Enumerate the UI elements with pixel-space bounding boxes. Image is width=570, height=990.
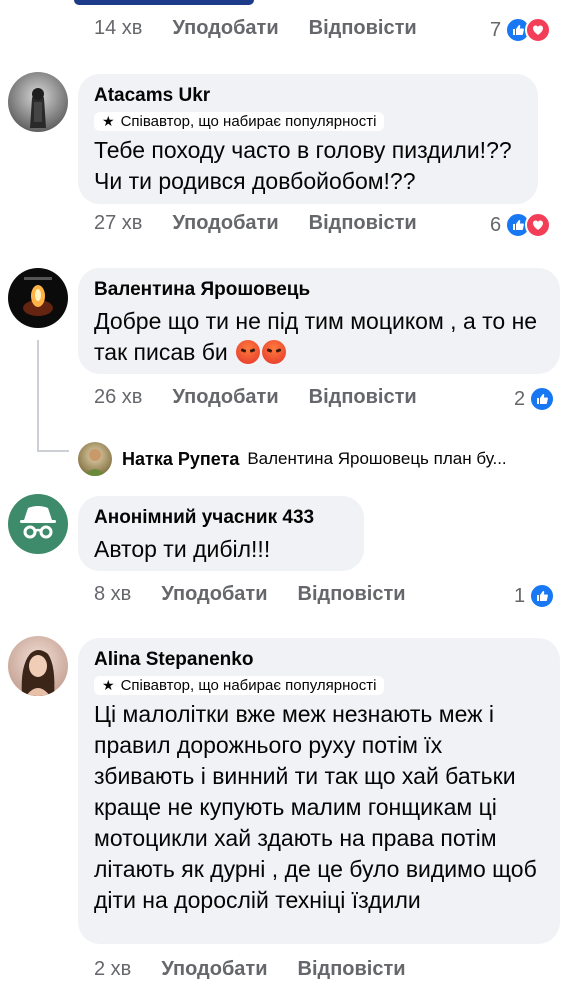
comment-meta-row: 14 хв Уподобати Відповісти	[94, 17, 417, 40]
comment-author[interactable]: Alina Stepanenko	[94, 648, 544, 672]
comment-bubble: Анонімний учасник 433 Автор ти дибіл!!!	[78, 496, 364, 571]
timestamp: 27 хв	[94, 212, 143, 234]
comment-author[interactable]: Анонімний учасник 433	[94, 506, 348, 530]
comment-meta-row: 26 хв Уподобати Відповісти	[94, 386, 417, 409]
comment-text-body: Добре що ти не під тим моциком , а то не…	[94, 308, 538, 365]
reply-button[interactable]: Відповісти	[298, 958, 406, 981]
comment-text: Тебе походу часто в голову пиздили!?? Чи…	[94, 137, 512, 194]
top-fan-badge: ★ Співавтор, що набирає популярності	[94, 676, 385, 695]
like-icon	[529, 583, 556, 609]
angry-face-emoji	[262, 340, 287, 364]
avatar	[78, 442, 112, 476]
reply-author[interactable]: Натка Рупета	[122, 449, 239, 470]
like-button[interactable]: Уподобати	[172, 212, 278, 235]
angry-face-emoji	[236, 340, 261, 364]
reply-button[interactable]: Відповісти	[309, 212, 417, 235]
reaction-summary[interactable]: 7	[490, 17, 552, 43]
thread-connector	[37, 340, 39, 452]
incognito-icon	[20, 506, 56, 539]
thread-connector	[37, 450, 69, 452]
reaction-count: 6	[490, 213, 502, 236]
comment-bubble: Atacams Ukr ★ Співавтор, що набирає попу…	[78, 74, 538, 204]
reply-button[interactable]: Відповісти	[298, 583, 406, 606]
comment-text: Ці малолітки вже меж незнають меж і прав…	[94, 701, 537, 913]
like-button[interactable]: Уподобати	[161, 583, 267, 606]
comment-bubble: Валентина Ярошовець Добре що ти не під т…	[78, 268, 560, 374]
reaction-count: 1	[514, 584, 526, 607]
star-icon: ★	[102, 677, 115, 693]
reaction-summary[interactable]: 6	[490, 212, 552, 238]
reaction-summary[interactable]: 1	[514, 583, 556, 609]
like-button[interactable]: Уподобати	[172, 386, 278, 409]
reply-snippet: Валентина Ярошовець план бу...	[247, 449, 507, 468]
timestamp: 14 хв	[94, 17, 143, 39]
badge-label: Співавтор, що набирає популярності	[120, 677, 377, 694]
timestamp: 2 хв	[94, 958, 132, 980]
comment-meta-row: 27 хв Уподобати Відповісти	[94, 212, 417, 235]
love-icon	[525, 212, 552, 238]
like-button[interactable]: Уподобати	[161, 958, 267, 981]
reaction-count: 2	[514, 387, 526, 410]
reply-button[interactable]: Відповісти	[309, 386, 417, 409]
comment-text: Добре що ти не під тим моциком , а то не…	[94, 306, 544, 368]
comment-author[interactable]: Atacams Ukr	[94, 84, 522, 108]
like-icon	[529, 386, 556, 412]
comment-author[interactable]: Валентина Ярошовець	[94, 278, 544, 302]
reaction-count: 7	[490, 18, 502, 41]
anonymous-avatar[interactable]	[8, 494, 68, 554]
comment-text: Автор ти дибіл!!!	[94, 536, 271, 562]
badge-label: Співавтор, що набирає популярності	[120, 113, 377, 130]
comment-bubble: Alina Stepanenko ★ Співавтор, що набирає…	[78, 638, 560, 944]
reply-button[interactable]: Відповісти	[309, 17, 417, 40]
comment-meta-row: 2 хв Уподобати Відповісти	[94, 958, 406, 981]
timestamp: 8 хв	[94, 583, 132, 605]
cut-off-image-edge	[74, 0, 254, 5]
star-icon: ★	[102, 113, 115, 129]
love-icon	[525, 17, 552, 43]
like-button[interactable]: Уподобати	[172, 17, 278, 40]
reply-preview[interactable]: Натка Рупета Валентина Ярошовець план бу…	[78, 442, 507, 476]
avatar[interactable]	[8, 268, 68, 328]
avatar[interactable]	[8, 72, 68, 132]
top-fan-badge: ★ Співавтор, що набирає популярності	[94, 112, 385, 131]
timestamp: 26 хв	[94, 386, 143, 408]
comment-meta-row: 8 хв Уподобати Відповісти	[94, 583, 406, 606]
reaction-summary[interactable]: 2	[514, 386, 556, 412]
avatar[interactable]	[8, 636, 68, 696]
